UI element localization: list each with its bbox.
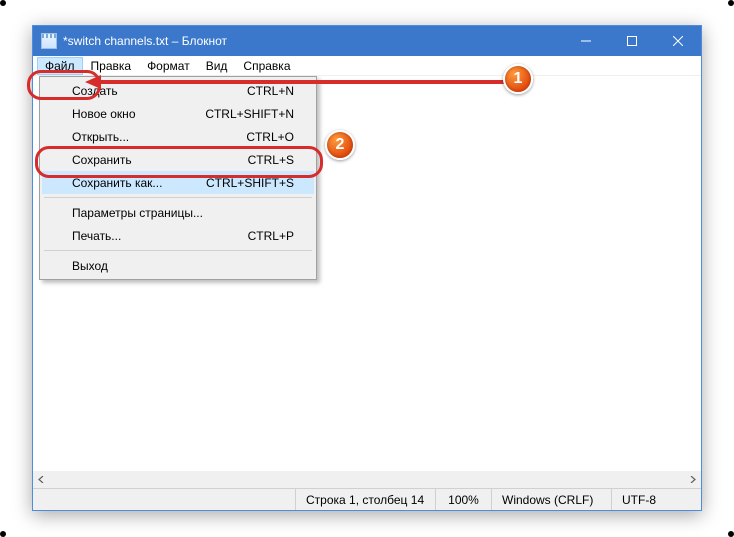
maximize-button[interactable] [609,26,655,56]
menu-item-save[interactable]: Сохранить CTRL+S [42,148,314,171]
notepad-window: *switch channels.txt – Блокнот Файл Прав… [32,25,702,511]
menu-item-save-as[interactable]: Сохранить как... CTRL+SHIFT+S [42,171,314,194]
menu-separator [44,250,312,251]
menu-shortcut: CTRL+O [246,130,294,144]
menu-item-print[interactable]: Печать... CTRL+P [42,224,314,247]
status-line-ending: Windows (CRLF) [491,489,611,510]
scroll-right-icon[interactable] [684,471,701,488]
menu-item-new[interactable]: Создать CTRL+N [42,79,314,102]
notepad-icon [41,33,57,49]
menu-item-open[interactable]: Открыть... CTRL+O [42,125,314,148]
annotation-badge-2: 2 [325,130,355,160]
status-zoom: 100% [435,489,491,510]
annotation-arrow-head-icon [85,75,101,89]
corner-dot [728,0,734,6]
menu-label: Новое окно [72,107,136,121]
menu-help[interactable]: Справка [235,57,298,75]
menu-shortcut: CTRL+SHIFT+N [205,107,294,121]
scroll-left-icon[interactable] [33,471,50,488]
menu-label: Сохранить как... [72,176,162,190]
menu-edit[interactable]: Правка [83,57,140,75]
menubar: Файл Правка Формат Вид Справка [33,56,701,76]
window-title: *switch channels.txt – Блокнот [63,34,227,48]
menu-label: Сохранить [72,153,132,167]
status-position: Строка 1, столбец 14 [295,489,435,510]
corner-dot [0,531,6,537]
close-button[interactable] [655,26,701,56]
menu-shortcut: CTRL+P [248,229,294,243]
menu-item-new-window[interactable]: Новое окно CTRL+SHIFT+N [42,102,314,125]
menu-label: Печать... [72,229,121,243]
menu-shortcut: CTRL+N [247,84,294,98]
annotation-badge-1: 1 [503,64,533,94]
menu-shortcut: CTRL+SHIFT+S [206,176,294,190]
menu-shortcut: CTRL+S [248,153,294,167]
status-encoding: UTF-8 [611,489,701,510]
minimize-button[interactable] [563,26,609,56]
menu-view[interactable]: Вид [198,57,236,75]
menu-label: Параметры страницы... [72,206,203,220]
menu-format[interactable]: Формат [139,57,198,75]
horizontal-scrollbar[interactable] [33,471,701,488]
titlebar[interactable]: *switch channels.txt – Блокнот [33,26,701,56]
corner-dot [0,0,6,6]
statusbar: Строка 1, столбец 14 100% Windows (CRLF)… [33,488,701,510]
status-empty [33,489,295,510]
corner-dot [728,531,734,537]
menu-item-page-setup[interactable]: Параметры страницы... [42,201,314,224]
menu-label: Открыть... [72,130,129,144]
menu-item-exit[interactable]: Выход [42,254,314,277]
menu-label: Выход [72,259,108,273]
menu-separator [44,197,312,198]
menu-file[interactable]: Файл [37,57,83,75]
file-menu-dropdown: Создать CTRL+N Новое окно CTRL+SHIFT+N О… [39,76,317,280]
